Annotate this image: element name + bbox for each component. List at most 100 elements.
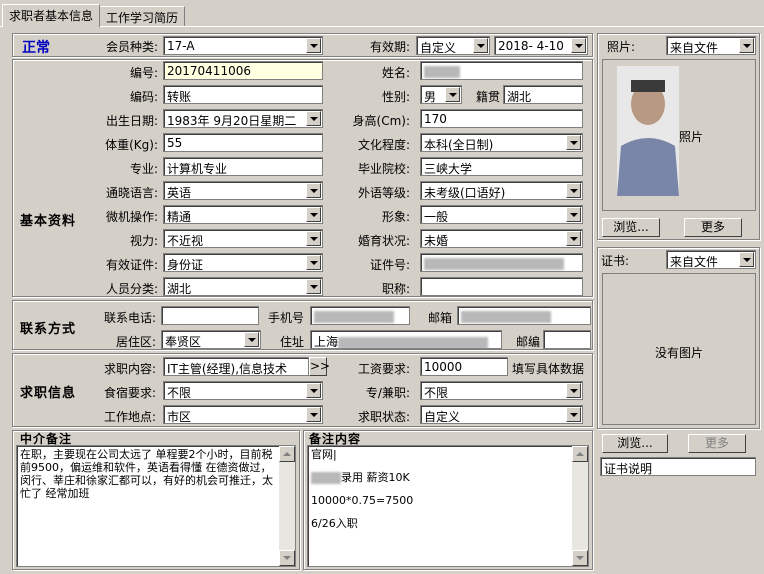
chevron-down-icon [306,407,321,422]
vision-label: 视力: [129,234,158,248]
chevron-down-icon [566,135,581,150]
school-field[interactable]: 三峡大学 [420,157,583,176]
photo-more-button[interactable]: 更多 [684,218,742,237]
validity-label: 有效期: [369,40,410,54]
weight-field[interactable]: 55 [163,133,323,152]
cert-desc-field[interactable]: 证书说明 [600,457,756,476]
lang-level-label: 外语等级: [357,186,410,200]
scroll-down-icon[interactable] [572,550,588,566]
major-field[interactable]: 计算机专业 [163,157,323,176]
birth-date-picker[interactable]: 1983年 9月20日星期二 [163,109,323,128]
code-label: 编码: [129,90,158,104]
fulltime-select[interactable]: 不限 [420,381,583,400]
lang-level-select[interactable]: 未考级(口语好) [420,181,583,200]
board-select[interactable]: 不限 [163,381,323,400]
category-select[interactable]: 湖北 [163,277,323,296]
code-field[interactable]: 转账 [163,85,323,104]
tab-work-history[interactable]: 工作学习简历 [99,6,186,26]
membership-label: 会员种类: [105,40,158,54]
appearance-select[interactable]: 一般 [420,205,583,224]
cert-source-select[interactable]: 来自文件 [666,250,756,269]
phone-field[interactable] [161,306,259,325]
vision-select[interactable]: 不近视 [163,229,323,248]
computer-label: 微机操作: [105,210,158,224]
id-no-field[interactable] [420,253,583,272]
photo-caption: 照片 [679,130,704,144]
id-type-select[interactable]: 身份证 [163,253,323,272]
education-label: 文化程度: [357,138,410,152]
state-label: 求职状态: [357,410,410,424]
chevron-down-icon [566,407,581,422]
serial-label: 编号: [129,66,158,80]
fulltime-label: 专/兼职: [365,386,410,400]
scroll-up-icon[interactable] [279,446,295,462]
marital-label: 婚育状况: [357,234,410,248]
contact-section-title: 联系方式 [20,322,77,337]
origin-label: 籍贯 [475,90,500,104]
position-field[interactable]: IT主管(经理),信息技术 [163,357,309,376]
email-label: 邮箱 [427,311,452,325]
location-select[interactable]: 市区 [163,405,323,424]
cert-empty-text: 没有图片 [654,346,703,360]
major-label: 专业: [129,162,158,176]
agent-note-textarea[interactable]: 在职，主要现在公司太远了 单程要2个小时，目前税前9500，偏运维和软件，英语看… [16,445,296,567]
mobile-field[interactable] [310,306,410,325]
name-label: 姓名: [381,66,410,80]
remark-line: 10000*0.75=7500 [311,494,414,507]
scrollbar[interactable] [279,446,295,566]
chevron-down-icon [566,207,581,222]
height-label: 身高(Cm): [352,114,410,128]
school-label: 毕业院校: [357,162,410,176]
cert-more-button[interactable]: 更多 [688,434,746,453]
mobile-label: 手机号 [267,311,304,325]
photo-source-select[interactable]: 来自文件 [666,36,756,55]
board-label: 食宿要求: [103,386,156,400]
agent-note-text: 在职，主要现在公司太远了 单程要2个小时，目前税前9500，偏运维和软件，英语看… [20,448,273,500]
name-field[interactable] [420,61,583,80]
education-select[interactable]: 本科(全日制) [420,133,583,152]
validity-type-select[interactable]: 自定义 [416,36,490,55]
position-more-button[interactable]: >> [309,357,330,376]
gender-select[interactable]: 男 [420,85,462,104]
chevron-down-icon [473,38,488,53]
position-label: 求职内容: [103,362,156,376]
district-select[interactable]: 奉贤区 [161,330,261,349]
chevron-down-icon [306,38,321,53]
address-field[interactable]: 上海 [310,330,502,349]
chevron-down-icon [306,207,321,222]
id-no-label: 证件号: [369,258,410,272]
salary-hint: 填写具体数据 [512,362,585,376]
state-select[interactable]: 自定义 [420,405,583,424]
phone-label: 联系电话: [103,311,156,325]
photo-box: 照片 [602,59,756,211]
basic-section-title: 基本资料 [20,214,77,229]
cert-browse-button[interactable]: 浏览... [602,434,668,453]
salary-field[interactable]: 10000 [420,357,508,376]
origin-field[interactable]: 湖北 [503,85,583,104]
serial-field[interactable]: 20170411006 [163,61,323,80]
address-label: 住址 [279,335,304,349]
chevron-down-icon [566,183,581,198]
cert-label: 证书: [601,254,630,268]
cert-image-box: 没有图片 [602,273,756,425]
title-field[interactable] [420,277,583,296]
chevron-down-icon [566,383,581,398]
tab-bar: 求职者基本信息 工作学习简历 [0,0,764,27]
scroll-up-icon[interactable] [572,446,588,462]
language-select[interactable]: 英语 [163,181,323,200]
photo-browse-button[interactable]: 浏览... [602,218,660,237]
chevron-down-icon [306,279,321,294]
height-field[interactable]: 170 [420,109,583,128]
category-label: 人员分类: [105,282,158,296]
tab-basic-info[interactable]: 求职者基本信息 [2,4,101,27]
scrollbar[interactable] [572,446,588,566]
marital-select[interactable]: 未婚 [420,229,583,248]
email-field[interactable] [457,306,591,325]
computer-select[interactable]: 精通 [163,205,323,224]
zip-label: 邮编 [515,335,540,349]
membership-select[interactable]: 17-A [163,36,323,55]
zip-field[interactable] [543,330,591,349]
scroll-down-icon[interactable] [279,550,295,566]
validity-date-picker[interactable]: 2018- 4-10 [494,36,588,55]
remark-textarea[interactable]: 官网| 录用 薪资10K 10000*0.75=7500 6/26入职 [307,445,589,567]
